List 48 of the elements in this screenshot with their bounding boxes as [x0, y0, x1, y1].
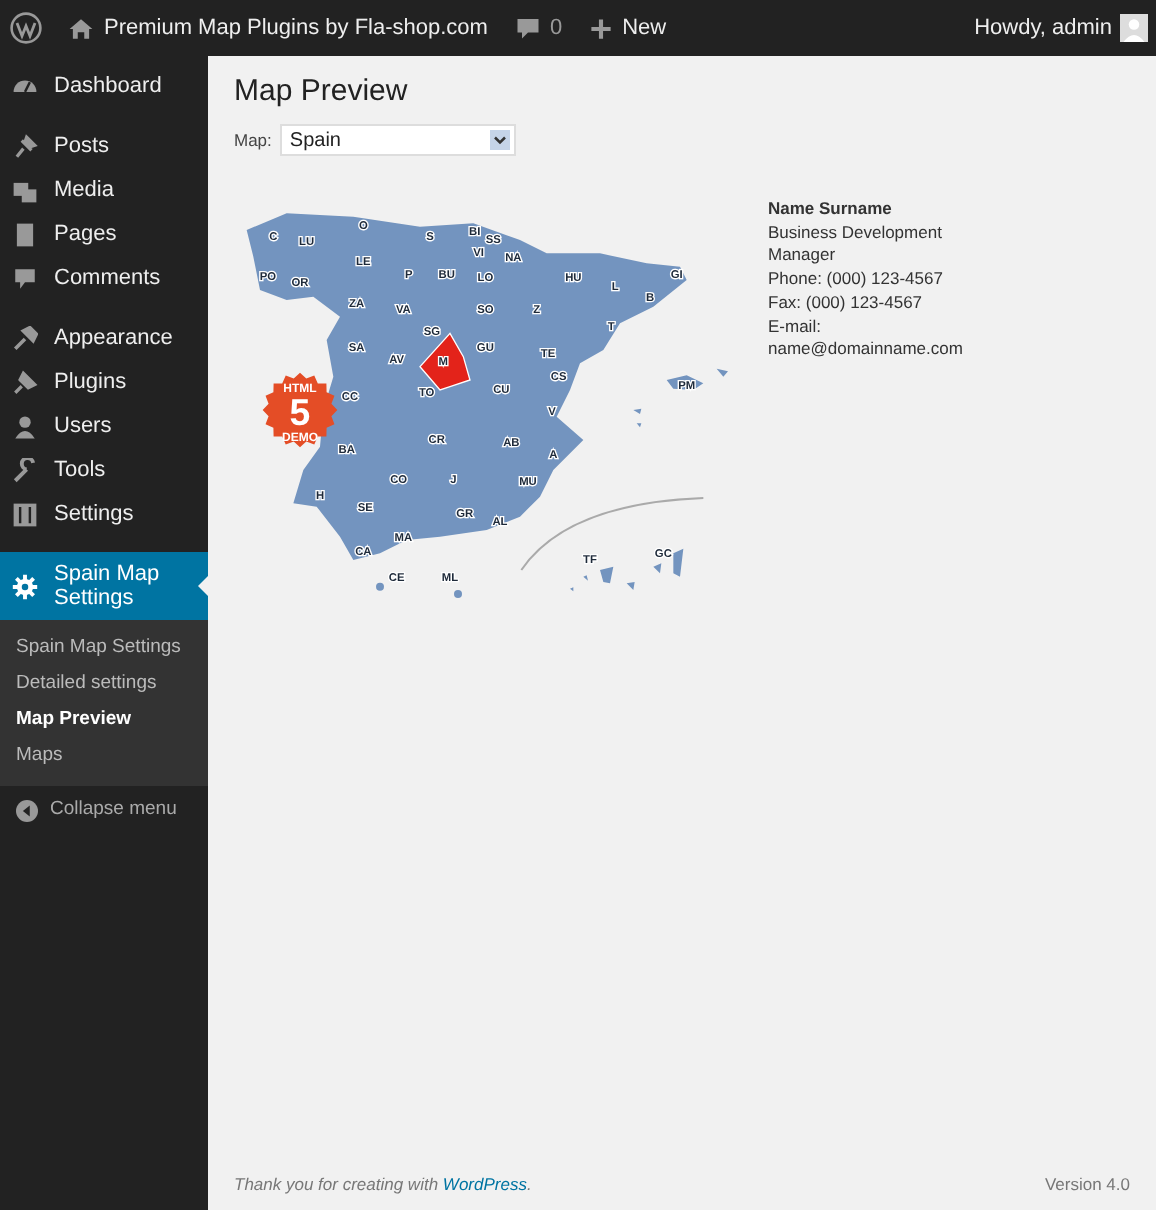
sidebar-item[interactable]: Pages [0, 212, 208, 256]
contact-text: name@domainname.com [768, 338, 963, 362]
sidebar-item[interactable]: Spain Map Settings [0, 552, 208, 620]
contact-text: Manager [768, 244, 838, 269]
media-icon [12, 177, 38, 203]
sidebar-item[interactable]: Users [0, 404, 208, 448]
dropdown-caret-icon [489, 128, 510, 152]
contact-text: Fax: (000) 123-4567 [768, 291, 925, 316]
account-link[interactable]: Howdy, admin [960, 16, 1126, 40]
contact-text: Phone: (000) 123-4567 [768, 268, 945, 292]
submenu-item[interactable]: Spain Map Settings [0, 630, 208, 666]
comment-icon [515, 16, 540, 40]
plus-icon [590, 17, 613, 39]
avatar-icon [1120, 14, 1148, 42]
new-link[interactable]: New [576, 16, 681, 40]
collapse-menu-button[interactable]: Collapse menu [0, 786, 208, 834]
wordpress-logo-icon [10, 12, 42, 44]
sidebar-item[interactable]: Settings [0, 492, 208, 536]
sidebar-item[interactable]: Appearance [0, 316, 208, 360]
gear-icon [12, 573, 38, 599]
sidebar-item[interactable]: Plugins [0, 360, 208, 404]
map-select[interactable]: Spain [279, 124, 516, 156]
footer-thanks: Thank you for creating with WordPress. [234, 1174, 532, 1194]
contact-text: Name Surname [768, 198, 894, 222]
wordpress-link[interactable]: WordPress [442, 1174, 527, 1194]
html5-demo-badge [262, 372, 338, 448]
submenu-item[interactable]: Detailed settings [0, 666, 208, 702]
page-title: Map Preview [234, 74, 410, 108]
highlighted-region[interactable] [419, 332, 471, 391]
page-icon [12, 221, 38, 247]
sidebar-item[interactable]: Media [0, 168, 208, 212]
version-text: Version 4.0 [1044, 1174, 1130, 1194]
comments-link[interactable]: 0 [501, 16, 577, 40]
submenu-item[interactable]: Maps [0, 738, 208, 774]
user-icon [12, 413, 38, 439]
contact-text: E-mail: [768, 315, 823, 339]
collapse-icon [16, 799, 38, 821]
sidebar-item[interactable]: Comments [0, 256, 208, 300]
submenu-item[interactable]: Map Preview [0, 702, 208, 738]
badge-text: 5 [289, 390, 311, 433]
sidebar-item[interactable]: Posts [0, 124, 208, 168]
sidebar-item[interactable]: Tools [0, 448, 208, 492]
site-link[interactable]: Premium Map Plugins by Fla-shop.com [54, 15, 502, 41]
comment-icon [12, 265, 38, 291]
sidebar-item[interactable]: Dashboard [0, 64, 208, 108]
contact-text: Business Development [768, 221, 944, 245]
home-icon [68, 15, 94, 41]
map-label: Map: [234, 130, 272, 150]
